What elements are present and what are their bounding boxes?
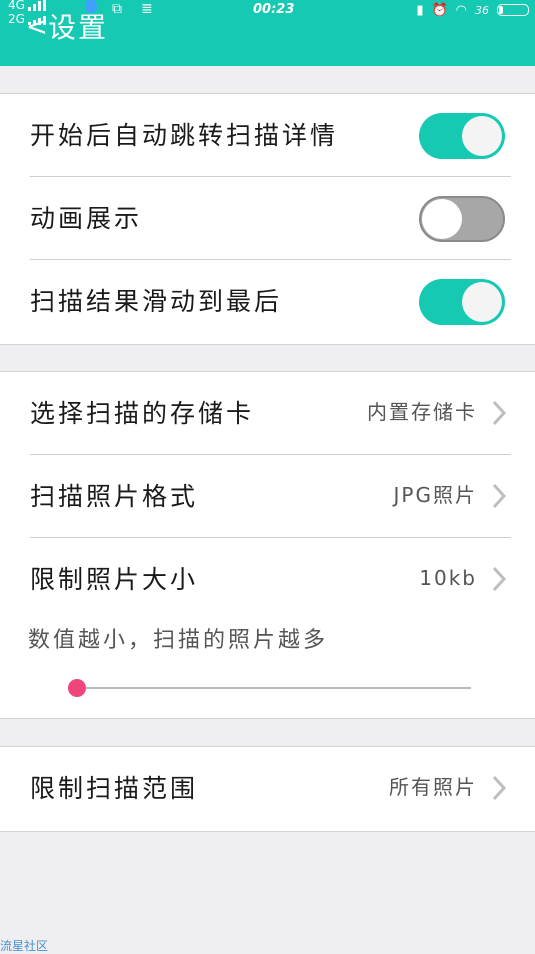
screenshot-icon: ⧉ (112, 1, 122, 17)
storage-icon: ≣ (141, 1, 153, 17)
setting-scroll-to-end-row[interactable]: 扫描结果滑动到最后 (0, 260, 535, 343)
setting-label: 扫描照片格式 (30, 482, 199, 511)
chevron-right-icon (492, 566, 507, 592)
size-slider-track[interactable] (77, 687, 471, 689)
setting-value: JPG照片 (393, 483, 477, 507)
animation-toggle[interactable] (419, 196, 505, 242)
setting-label: 限制照片大小 (30, 565, 199, 594)
chevron-right-icon (492, 775, 507, 801)
setting-photo-size-row[interactable]: 限制照片大小 10kb (0, 538, 535, 621)
size-hint-text: 数值越小，扫描的照片越多 (28, 628, 329, 653)
setting-value: 10kb (419, 566, 477, 590)
setting-scan-range-row[interactable]: 限制扫描范围 所有照片 (0, 747, 535, 830)
wifi-icon: ◠ (455, 2, 467, 18)
setting-label: 扫描结果滑动到最后 (30, 287, 283, 316)
setting-label: 动画展示 (30, 204, 143, 233)
setting-storage-card-row[interactable]: 选择扫描的存储卡 内置存储卡 (0, 372, 535, 455)
setting-value: 所有照片 (389, 775, 477, 799)
setting-animation-row[interactable]: 动画展示 (0, 177, 535, 260)
chevron-right-icon (492, 400, 507, 426)
signal-icon (27, 0, 48, 11)
watermark: 流星社区 (0, 939, 49, 953)
header-bar: 4G 2G ⧉ ≣ 00:23 ▮ ⏰ ◠ 36 < 设置 (0, 0, 535, 66)
setting-label: 开始后自动跳转扫描详情 (30, 121, 339, 150)
scroll-to-end-toggle[interactable] (419, 279, 505, 325)
size-slider-thumb[interactable] (68, 679, 86, 697)
alarm-icon: ⏰ (431, 2, 448, 18)
settings-group-range: 限制扫描范围 所有照片 (0, 746, 535, 832)
status-time: 00:23 (253, 2, 295, 17)
page-title: 设置 (48, 11, 109, 44)
network-2g-label: 2G (8, 12, 25, 26)
battery-saver-icon: ▮ (416, 2, 424, 18)
auto-jump-toggle[interactable] (419, 113, 505, 159)
setting-auto-jump-row[interactable]: 开始后自动跳转扫描详情 (0, 94, 535, 177)
settings-group-toggles: 开始后自动跳转扫描详情 动画展示 扫描结果滑动到最后 (0, 93, 535, 345)
setting-photo-format-row[interactable]: 扫描照片格式 JPG照片 (0, 455, 535, 538)
settings-group-scan-options: 选择扫描的存储卡 内置存储卡 扫描照片格式 JPG照片 限制照片大小 10kb (0, 371, 535, 719)
setting-value: 内置存储卡 (367, 400, 477, 424)
battery-icon (497, 4, 529, 16)
status-right: ▮ ⏰ ◠ 36 (416, 0, 529, 20)
signal-strength-label: 36 (475, 3, 489, 17)
network-4g-label: 4G (8, 0, 25, 12)
setting-label: 选择扫描的存储卡 (30, 399, 255, 428)
chevron-right-icon (492, 483, 507, 509)
setting-label: 限制扫描范围 (30, 774, 199, 803)
back-button[interactable]: < (26, 14, 48, 40)
